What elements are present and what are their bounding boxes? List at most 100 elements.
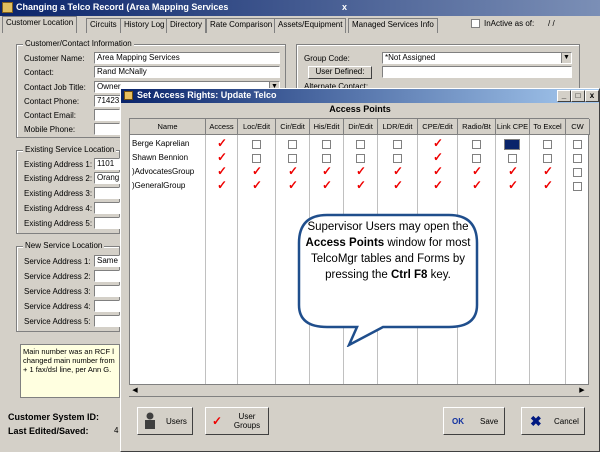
checkmark-icon[interactable]: ✓ [322, 179, 334, 192]
ok-save-button[interactable]: OK Save [443, 407, 505, 435]
access-checkbox[interactable] [288, 140, 297, 149]
column-header-radio-bt[interactable]: Radio/Bt [458, 119, 496, 135]
column-header-his-edit[interactable]: His/Edit [310, 119, 344, 135]
dialog-title-bar[interactable]: Set Access Rights: Update Telco _ □ x [121, 89, 599, 103]
access-checkbox[interactable] [252, 140, 261, 149]
service-address-3-field[interactable] [94, 285, 120, 297]
access-checkbox[interactable] [573, 182, 582, 191]
main-title-bar[interactable]: Changing a Telco Record (Area Mapping Se… [0, 0, 600, 16]
service-address-5-field[interactable] [94, 315, 120, 327]
notes-box[interactable]: Main number was an RCF l changed main nu… [20, 344, 120, 398]
contact-field[interactable]: Rand McNally [94, 66, 280, 78]
checkmark-icon[interactable]: ✓ [393, 179, 405, 192]
column-header-ldr-edit[interactable]: LDR/Edit [378, 119, 418, 135]
access-checkbox[interactable] [508, 154, 517, 163]
checkmark-icon[interactable]: ✓ [508, 165, 520, 178]
column-header-name[interactable]: Name [130, 119, 206, 135]
tab-history-log[interactable]: History Log [120, 18, 169, 33]
checkmark-icon[interactable]: ✓ [356, 179, 368, 192]
user-defined-button[interactable]: User Defined: [308, 66, 372, 79]
close-button[interactable]: x [585, 90, 599, 102]
cancel-button[interactable]: ✖ Cancel [521, 407, 585, 435]
access-checkbox[interactable] [573, 154, 582, 163]
group-code-select[interactable]: *Not Assigned ▼ [382, 52, 572, 64]
mobile-field[interactable] [94, 123, 120, 135]
access-checkbox[interactable] [472, 140, 481, 149]
checkmark-icon[interactable]: ✓ [472, 165, 484, 178]
service-address-4-field[interactable] [94, 300, 120, 312]
checkmark-icon[interactable]: ✓ [322, 165, 334, 178]
checkmark-icon[interactable]: ✓ [252, 165, 264, 178]
access-checkbox[interactable] [472, 154, 481, 163]
column-header-link-cpe[interactable]: Link CPE [496, 119, 530, 135]
checkmark-icon[interactable]: ✓ [252, 179, 264, 192]
checkmark-icon[interactable]: ✓ [472, 179, 484, 192]
access-checkbox[interactable] [322, 154, 331, 163]
inactive-checkbox[interactable] [471, 19, 480, 28]
user-groups-button[interactable]: ✓ User Groups [205, 407, 269, 435]
service-address-1-field[interactable]: Same [94, 255, 120, 267]
row-name[interactable]: )AdvocatesGroup [132, 167, 194, 176]
column-header-to-excel[interactable]: To Excel [530, 119, 566, 135]
checkmark-icon[interactable]: ✓ [543, 179, 555, 192]
access-checkbox[interactable] [322, 140, 331, 149]
email-field[interactable] [94, 109, 120, 121]
customer-name-field[interactable]: Area Mapping Services [94, 52, 280, 64]
checkmark-icon[interactable]: ✓ [356, 165, 368, 178]
access-checkbox[interactable] [252, 154, 261, 163]
checkmark-icon[interactable]: ✓ [217, 165, 229, 178]
tab-assets-equipment[interactable]: Assets/Equipment [274, 18, 347, 33]
access-checkbox[interactable] [393, 154, 402, 163]
access-checkbox[interactable] [573, 168, 582, 177]
checkmark-icon[interactable]: ✓ [217, 151, 229, 164]
phone-label: Contact Phone: [24, 97, 80, 106]
checkmark-icon[interactable]: ✓ [433, 165, 445, 178]
column-header-loc-edit[interactable]: Loc/Edit [238, 119, 276, 135]
column-header-access[interactable]: Access [206, 119, 238, 135]
checkmark-icon[interactable]: ✓ [433, 137, 445, 150]
checkmark-icon[interactable]: ✓ [288, 165, 300, 178]
service-address-2-field[interactable] [94, 270, 120, 282]
checkmark-icon[interactable]: ✓ [393, 165, 405, 178]
checkmark-icon[interactable]: ✓ [217, 179, 229, 192]
column-header-cw[interactable]: CW [566, 119, 590, 135]
users-button[interactable]: Users [137, 407, 193, 435]
access-checkbox[interactable] [393, 140, 402, 149]
tab-managed-services[interactable]: Managed Services Info [348, 18, 438, 33]
minimize-button[interactable]: _ [557, 90, 571, 102]
access-checkbox[interactable] [288, 154, 297, 163]
existing-address-5-field[interactable] [94, 217, 120, 229]
access-checkbox[interactable] [573, 140, 582, 149]
access-checkbox[interactable] [356, 140, 365, 149]
checkmark-icon[interactable]: ✓ [508, 179, 520, 192]
existing-address-2-field[interactable]: Orang [94, 172, 120, 184]
column-header-cpe-edit[interactable]: CPE/Edit [418, 119, 458, 135]
scroll-right-icon[interactable]: ▶ [577, 386, 587, 396]
access-checkbox[interactable] [543, 154, 552, 163]
chevron-down-icon[interactable]: ▼ [561, 53, 571, 63]
existing-address-1-field[interactable]: 1101 [94, 158, 120, 170]
column-header-dir-edit[interactable]: Dir/Edit [344, 119, 378, 135]
checkmark-icon[interactable]: ✓ [543, 165, 555, 178]
checkmark-icon[interactable]: ✓ [433, 151, 445, 164]
access-checkbox[interactable] [543, 140, 552, 149]
scroll-left-icon[interactable]: ◀ [130, 386, 140, 396]
tab-circuits[interactable]: Circuits [86, 18, 121, 33]
tab-rate-comparison[interactable]: Rate Comparison [206, 18, 277, 33]
tab-customer-location[interactable]: Customer Location [2, 16, 78, 33]
tab-directory[interactable]: Directory [166, 18, 207, 33]
row-name[interactable]: )GeneralGroup [132, 181, 185, 190]
existing-address-4-field[interactable] [94, 202, 120, 214]
horizontal-scrollbar[interactable]: ◀ ▶ [129, 384, 589, 396]
access-checkbox[interactable] [504, 139, 520, 150]
row-name[interactable]: Shawn Bennion [132, 153, 188, 162]
user-defined-field[interactable] [382, 66, 572, 78]
maximize-button[interactable]: □ [571, 90, 585, 102]
checkmark-icon[interactable]: ✓ [288, 179, 300, 192]
checkmark-icon[interactable]: ✓ [433, 179, 445, 192]
row-name[interactable]: Berge Kaprelian [132, 139, 189, 148]
existing-address-3-field[interactable] [94, 187, 120, 199]
checkmark-icon[interactable]: ✓ [217, 137, 229, 150]
access-checkbox[interactable] [356, 154, 365, 163]
column-header-cir-edit[interactable]: Cir/Edit [276, 119, 310, 135]
